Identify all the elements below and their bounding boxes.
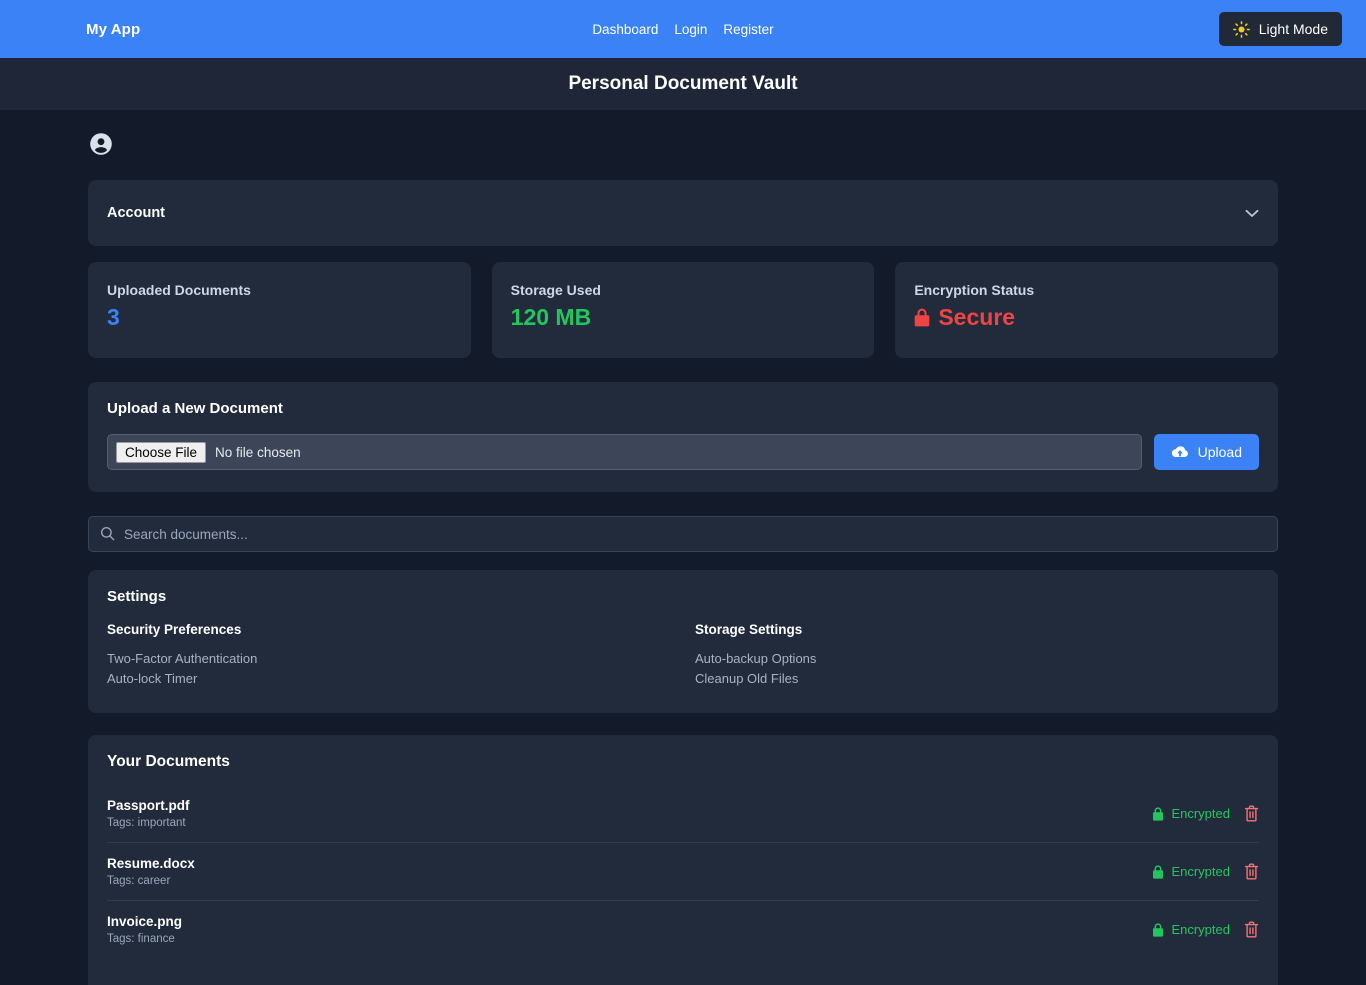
lock-icon xyxy=(914,308,930,327)
settings-column-security: Security Preferences Two-Factor Authenti… xyxy=(107,622,683,689)
settings-heading: Security Preferences xyxy=(107,622,242,637)
status-badge: Encrypted xyxy=(1152,922,1230,937)
stat-label: Storage Used xyxy=(510,282,601,298)
file-name-label: No file chosen xyxy=(215,444,301,460)
upload-row: Choose File No file chosen Upload xyxy=(107,434,1259,470)
stat-value-text: 120 MB xyxy=(510,304,592,330)
chevron-down-icon[interactable] xyxy=(1245,209,1259,218)
avatar-row xyxy=(88,132,1278,156)
delete-button[interactable] xyxy=(1244,921,1259,938)
main-content: Account Uploaded Documents 3 Storage Use… xyxy=(88,110,1279,985)
status-label: Encrypted xyxy=(1171,922,1230,937)
document-info: Passport.pdf Tags: important xyxy=(107,798,190,829)
nav-link-dashboard[interactable]: Dashboard xyxy=(592,22,658,37)
account-accordion[interactable]: Account xyxy=(88,180,1278,246)
settings-item-auto-backup-options[interactable]: Auto-backup Options xyxy=(695,649,1259,669)
upload-title: Upload a New Document xyxy=(107,400,283,417)
settings-grid: Security Preferences Two-Factor Authenti… xyxy=(107,622,1259,689)
navbar: My App Dashboard Login Register Light Mo… xyxy=(0,0,1366,58)
file-input[interactable]: Choose File No file chosen xyxy=(107,434,1142,470)
stats-row: Uploaded Documents 3 Storage Used 120 MB… xyxy=(88,262,1279,358)
documents-section: Your Documents Passport.pdf Tags: import… xyxy=(88,735,1278,985)
document-tags: Tags: career xyxy=(107,875,171,887)
document-actions: Encrypted xyxy=(1152,921,1259,938)
document-actions: Encrypted xyxy=(1152,805,1259,822)
search-bar xyxy=(88,516,1278,552)
page-header: Personal Document Vault xyxy=(0,58,1366,110)
search-input[interactable] xyxy=(88,516,1278,552)
stat-value: Secure xyxy=(914,304,1259,331)
stat-value-text: 3 xyxy=(107,304,120,330)
status-label: Encrypted xyxy=(1171,806,1230,821)
upload-button-label: Upload xyxy=(1197,444,1242,460)
user-circle-icon[interactable] xyxy=(89,132,1278,156)
page-title: Personal Document Vault xyxy=(568,73,798,94)
sun-icon xyxy=(1232,20,1250,38)
document-name: Invoice.png xyxy=(107,914,183,929)
settings-item-two-factor-authentication[interactable]: Two-Factor Authentication xyxy=(107,649,683,669)
document-tags: Tags: important xyxy=(107,817,186,829)
delete-button[interactable] xyxy=(1244,863,1259,880)
nav-link-register[interactable]: Register xyxy=(723,22,773,37)
theme-toggle-button[interactable]: Light Mode xyxy=(1218,12,1342,46)
settings-section: Settings Security Preferences Two-Factor… xyxy=(88,570,1278,713)
settings-item-cleanup-old-files[interactable]: Cleanup Old Files xyxy=(695,669,1259,689)
document-info: Resume.docx Tags: career xyxy=(107,856,195,887)
status-label: Encrypted xyxy=(1171,864,1230,879)
nav-links: Dashboard Login Register xyxy=(592,22,773,37)
status-badge: Encrypted xyxy=(1152,864,1230,879)
document-actions: Encrypted xyxy=(1152,863,1259,880)
lock-icon xyxy=(1152,806,1164,821)
stat-label: Encryption Status xyxy=(914,282,1035,298)
upload-button[interactable]: Upload xyxy=(1153,434,1259,470)
stat-card-encryption-status: Encryption Status Secure xyxy=(895,262,1279,358)
document-info: Invoice.png Tags: finance xyxy=(107,914,182,945)
choose-file-button[interactable]: Choose File xyxy=(116,441,207,463)
stat-card-uploaded-documents: Uploaded Documents 3 xyxy=(88,262,471,358)
settings-title: Settings xyxy=(107,588,167,605)
stat-value: 3 xyxy=(107,304,452,331)
document-name: Passport.pdf xyxy=(107,798,190,813)
brand-logo[interactable]: My App xyxy=(86,21,140,38)
document-name: Resume.docx xyxy=(107,856,195,871)
document-row[interactable]: Resume.docx Tags: career Encrypted xyxy=(107,843,1259,901)
stat-value-text: Secure xyxy=(938,304,1016,330)
lock-icon xyxy=(1152,922,1164,937)
stat-card-storage-used: Storage Used 120 MB xyxy=(491,262,875,358)
document-row[interactable]: Passport.pdf Tags: important Encrypted xyxy=(107,785,1259,843)
settings-item-auto-lock-timer[interactable]: Auto-lock Timer xyxy=(107,669,683,689)
documents-title: Your Documents xyxy=(107,753,230,770)
settings-heading: Storage Settings xyxy=(695,622,803,637)
lock-icon xyxy=(1152,864,1164,879)
stat-value: 120 MB xyxy=(511,304,856,331)
document-tags: Tags: finance xyxy=(107,933,175,945)
account-title: Account xyxy=(107,205,165,221)
cloud-upload-icon xyxy=(1171,445,1189,459)
upload-section: Upload a New Document Choose File No fil… xyxy=(88,382,1278,492)
delete-button[interactable] xyxy=(1244,805,1259,822)
settings-column-storage: Storage Settings Auto-backup Options Cle… xyxy=(683,622,1259,689)
nav-link-login[interactable]: Login xyxy=(674,22,707,37)
theme-toggle-label: Light Mode xyxy=(1258,21,1328,37)
status-badge: Encrypted xyxy=(1152,806,1230,821)
stat-label: Uploaded Documents xyxy=(107,282,251,298)
document-row[interactable]: Invoice.png Tags: finance Encrypted xyxy=(107,901,1259,958)
